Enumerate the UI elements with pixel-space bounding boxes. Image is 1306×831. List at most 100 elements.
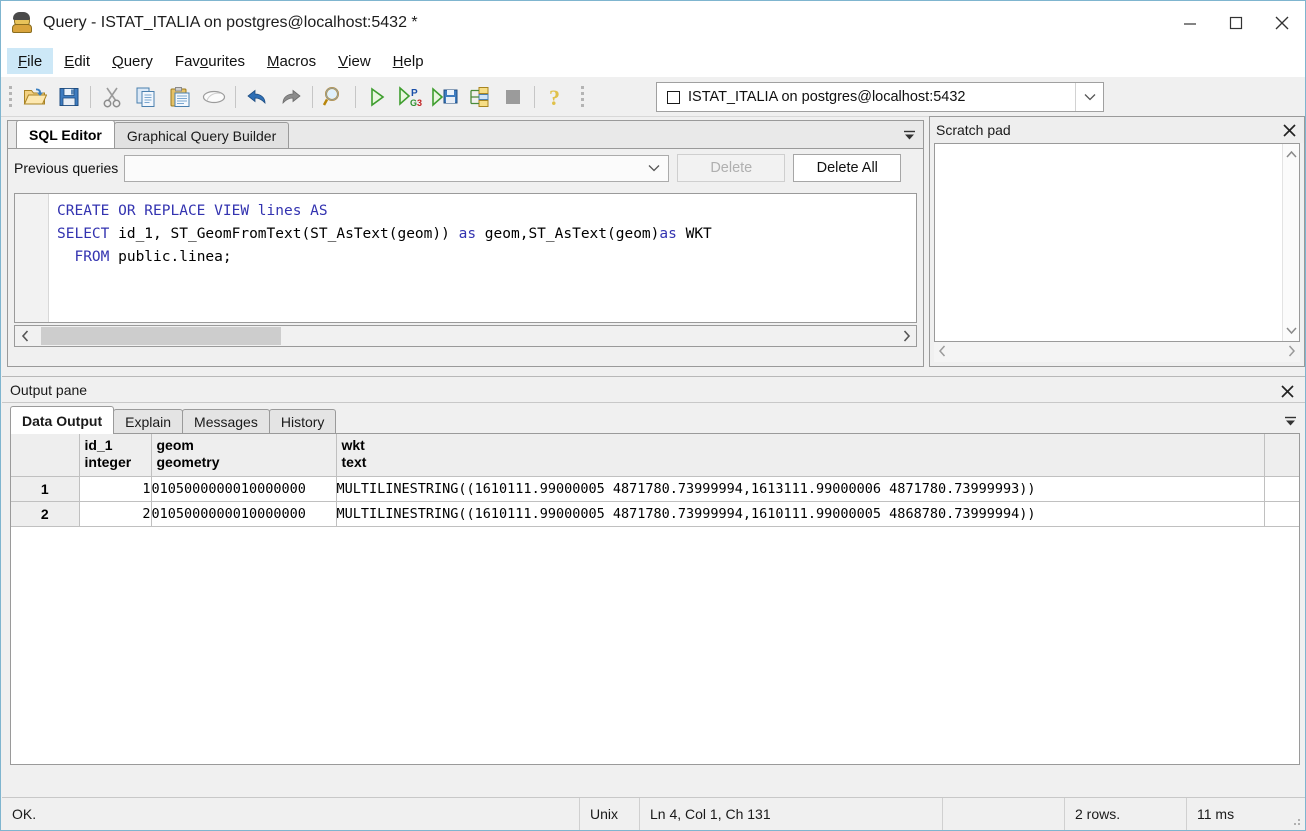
menu-item-edit[interactable]: Edit <box>53 48 101 74</box>
close-icon[interactable] <box>1279 120 1299 140</box>
scroll-right-icon[interactable] <box>896 326 916 346</box>
cell-geom[interactable]: 0105000000010000000 <box>151 501 337 527</box>
sql-keyword: FROM <box>74 249 110 265</box>
cell-filler <box>1264 501 1299 527</box>
toolbar-separator <box>312 85 313 108</box>
editor-tabstrip: SQL Editor Graphical Query Builder <box>8 120 923 149</box>
cut-icon[interactable] <box>95 81 129 113</box>
svg-text:?: ? <box>549 85 560 109</box>
row-number[interactable]: 2 <box>11 501 80 527</box>
scroll-left-icon[interactable] <box>938 344 947 360</box>
status-spacer <box>943 797 1065 830</box>
tab-data-output[interactable]: Data Output <box>10 406 115 434</box>
menu-item-file[interactable]: File <box>7 48 54 74</box>
resize-grip-icon[interactable] <box>1290 815 1302 827</box>
tab-explain[interactable]: Explain <box>113 409 184 434</box>
menu-item-query[interactable]: Query <box>101 48 164 74</box>
column-header-geom[interactable]: geom geometry <box>151 434 337 477</box>
maximize-button[interactable] <box>1213 1 1259 45</box>
scratch-pad-input[interactable] <box>934 143 1300 342</box>
table-row[interactable]: 2 2 0105000000010000000 MULTILINESTRING(… <box>11 501 1299 527</box>
close-button[interactable] <box>1259 1 1305 45</box>
sql-keyword: SELECT <box>57 226 110 242</box>
tabstrip-menu-icon[interactable] <box>1282 413 1298 429</box>
scroll-thumb[interactable] <box>41 327 281 345</box>
toolbar-gripper[interactable] <box>5 82 15 112</box>
tab-history[interactable]: History <box>268 409 337 434</box>
cell-geom[interactable]: 0105000000010000000 <box>151 476 337 502</box>
menu-item-macros[interactable]: Macros <box>256 48 327 74</box>
scroll-left-icon[interactable] <box>15 326 35 346</box>
help-icon[interactable]: ? <box>539 81 573 113</box>
scroll-up-icon[interactable] <box>1285 147 1297 162</box>
paste-icon[interactable] <box>163 81 197 113</box>
copy-icon[interactable] <box>129 81 163 113</box>
scratch-pad-content[interactable] <box>935 144 1282 341</box>
sql-keyword: CREATE OR REPLACE VIEW lines AS <box>57 203 328 219</box>
table-row[interactable]: 1 1 0105000000010000000 MULTILINESTRING(… <box>11 476 1299 502</box>
status-cursor-position: Ln 4, Col 1, Ch 131 <box>640 797 943 830</box>
chevron-down-icon[interactable] <box>640 156 668 181</box>
status-line-ending: Unix <box>580 797 640 830</box>
scroll-right-icon[interactable] <box>1287 344 1296 360</box>
menu-item-help[interactable]: Help <box>382 48 435 74</box>
toolbar-gripper-right[interactable] <box>577 82 587 112</box>
cancel-query-icon[interactable] <box>496 81 530 113</box>
cell-id_1[interactable]: 1 <box>79 476 152 502</box>
save-file-icon[interactable] <box>52 81 86 113</box>
column-header-id_1[interactable]: id_1 integer <box>79 434 152 477</box>
close-icon[interactable] <box>1277 381 1297 401</box>
scroll-down-icon[interactable] <box>1285 323 1297 338</box>
scroll-track[interactable] <box>35 326 896 346</box>
sql-line: FROM public.linea; <box>57 246 916 269</box>
execute-to-file-icon[interactable] <box>428 81 462 113</box>
title-bar: Query - ISTAT_ITALIA on postgres@localho… <box>1 1 1305 45</box>
sql-keyword: as <box>659 226 677 242</box>
output-tabstrip: Data Output Explain Messages History <box>10 406 1300 434</box>
result-table: id_1 integer geom geometry wkt text 1 1 … <box>11 434 1299 527</box>
redo-icon[interactable] <box>274 81 308 113</box>
sql-text: geom,ST_AsText(geom) <box>476 226 660 242</box>
connection-status-icon <box>667 90 680 104</box>
menu-item-favourites[interactable]: Fav o urites <box>164 48 256 74</box>
connection-label: ISTAT_ITALIA on postgres@localhost:5432 <box>688 89 966 105</box>
delete-all-queries-button[interactable]: Delete All <box>793 154 902 182</box>
window-title: Query - ISTAT_ITALIA on postgres@localho… <box>43 14 418 31</box>
undo-icon[interactable] <box>240 81 274 113</box>
row-number-header[interactable] <box>11 434 80 477</box>
minimize-button[interactable] <box>1167 1 1213 45</box>
column-header-filler <box>1264 434 1299 477</box>
data-output-grid[interactable]: id_1 integer geom geometry wkt text 1 1 … <box>10 433 1300 765</box>
status-message: OK. <box>2 797 580 830</box>
scratch-pad-header: Scratch pad <box>930 117 1304 143</box>
sql-code[interactable]: CREATE OR REPLACE VIEW lines AS SELECT id… <box>49 194 916 322</box>
toolbar-separator <box>534 85 535 108</box>
sql-line: CREATE OR REPLACE VIEW lines AS <box>57 200 916 223</box>
sql-text-area[interactable]: CREATE OR REPLACE VIEW lines AS SELECT id… <box>14 193 917 323</box>
scratch-pad-title: Scratch pad <box>936 122 1011 138</box>
scratch-pad-horizontal-scrollbar[interactable] <box>934 342 1300 362</box>
tab-graphical-query-builder[interactable]: Graphical Query Builder <box>113 122 290 148</box>
cell-id_1[interactable]: 2 <box>79 501 152 527</box>
tabstrip-menu-icon[interactable] <box>901 127 917 143</box>
tab-messages[interactable]: Messages <box>182 409 270 434</box>
tab-sql-editor[interactable]: SQL Editor <box>16 120 115 148</box>
execute-query-icon[interactable] <box>360 81 394 113</box>
clear-window-icon[interactable] <box>197 81 231 113</box>
menu-item-view[interactable]: View <box>327 48 382 74</box>
previous-queries-select[interactable] <box>124 154 670 182</box>
execute-pgscript-icon[interactable]: P G 3 <box>394 81 428 113</box>
sql-horizontal-scrollbar[interactable] <box>14 325 917 347</box>
svg-text:G: G <box>410 98 417 108</box>
explain-query-icon[interactable] <box>462 81 496 113</box>
chevron-down-icon[interactable] <box>1075 83 1103 111</box>
delete-query-button[interactable]: Delete <box>677 154 786 182</box>
find-replace-icon[interactable] <box>317 81 351 113</box>
row-number[interactable]: 1 <box>11 476 80 502</box>
cell-wkt[interactable]: MULTILINESTRING((1610111.99000005 487178… <box>336 476 1265 502</box>
connection-select[interactable]: ISTAT_ITALIA on postgres@localhost:5432 <box>656 82 1104 112</box>
open-file-icon[interactable] <box>18 81 52 113</box>
cell-wkt[interactable]: MULTILINESTRING((1610111.99000005 487178… <box>336 501 1265 527</box>
scratch-pad-vertical-scrollbar[interactable] <box>1282 144 1299 341</box>
column-header-wkt[interactable]: wkt text <box>336 434 1265 477</box>
